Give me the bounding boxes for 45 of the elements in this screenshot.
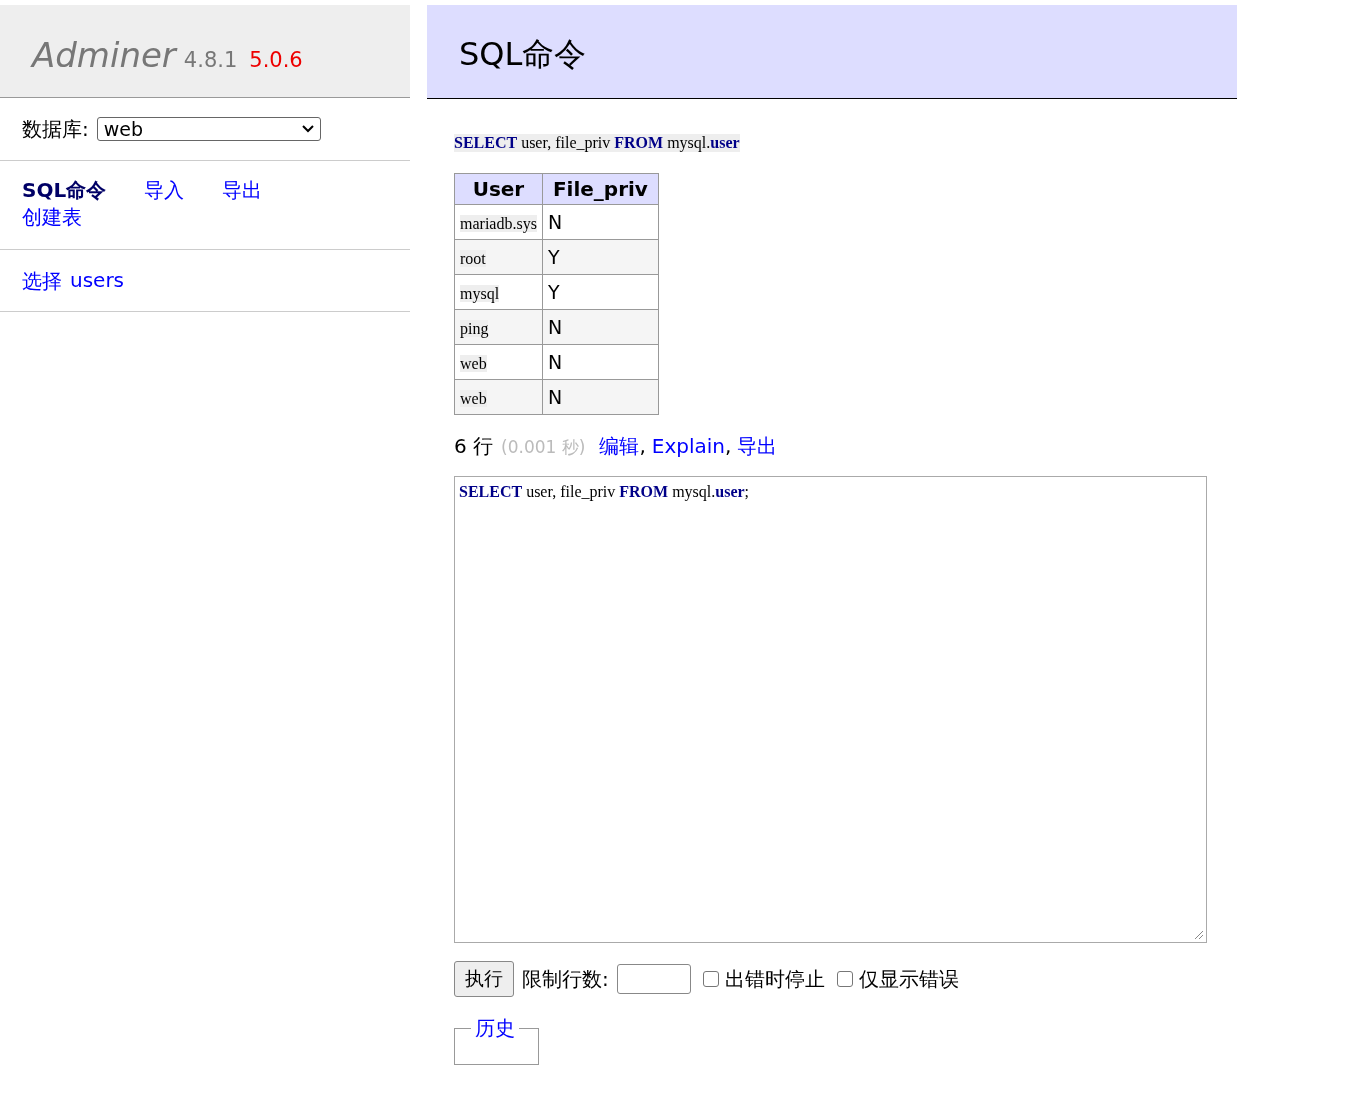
database-select[interactable]: web xyxy=(96,117,321,141)
database-label: 数据库: xyxy=(22,115,89,143)
limit-label: 限制行数: xyxy=(522,965,609,993)
resize-grip-icon xyxy=(1194,930,1204,940)
table-cell: root xyxy=(454,239,543,275)
table-cell: N xyxy=(542,379,659,415)
table-cell: N xyxy=(542,309,659,345)
select-link[interactable]: 选择 xyxy=(22,268,62,295)
comma-separator: , xyxy=(725,434,732,458)
history-link[interactable]: 历史 xyxy=(471,1015,519,1042)
checkbox[interactable] xyxy=(702,971,719,987)
execute-button[interactable]: 执行 xyxy=(454,961,514,997)
logo-link[interactable]: Adminer xyxy=(32,35,176,75)
chevron-down-icon xyxy=(301,125,314,133)
checkbox-label: 仅显示错误 xyxy=(858,965,959,993)
sql-editor[interactable]: SELECT user, file_priv FROM mysql.user; xyxy=(454,476,1207,943)
nav-link[interactable]: 创建表 xyxy=(22,204,82,231)
result-link[interactable]: 编辑 xyxy=(599,433,640,460)
table-link[interactable]: users xyxy=(70,268,125,295)
sql-query: SELECT user, file_priv FROM mysql.user xyxy=(454,134,740,152)
nav-link[interactable]: 导入 xyxy=(144,177,185,204)
nav-link[interactable]: SQL命令 xyxy=(22,177,107,204)
table-cell: N xyxy=(542,344,659,380)
table-cell: Y xyxy=(542,239,659,275)
row-count: 6 行 xyxy=(454,433,494,460)
comma-separator: , xyxy=(639,434,646,458)
nav-link[interactable]: 导出 xyxy=(222,177,263,204)
column-header: File_priv xyxy=(542,173,659,205)
checkbox[interactable] xyxy=(836,971,853,987)
table-cell: web xyxy=(454,344,543,380)
column-header: User xyxy=(454,173,543,205)
table-cell: mysql xyxy=(454,274,543,310)
new-version-link[interactable]: 5.0.6 xyxy=(249,48,303,72)
table-cell: Y xyxy=(542,274,659,310)
table-cell: N xyxy=(542,204,659,240)
result-link[interactable]: Explain xyxy=(651,434,725,458)
checkbox-label: 出错时停止 xyxy=(724,965,825,993)
page-title: SQL命令 xyxy=(427,5,1237,99)
table-cell: ping xyxy=(454,309,543,345)
limit-input[interactable] xyxy=(616,964,691,994)
result-link[interactable]: 导出 xyxy=(737,433,778,460)
version-text: 4.8.1 xyxy=(183,48,238,72)
query-time: (0.001 秒) xyxy=(501,436,586,459)
table-cell: web xyxy=(454,379,543,415)
table-cell: mariadb.sys xyxy=(454,204,543,240)
